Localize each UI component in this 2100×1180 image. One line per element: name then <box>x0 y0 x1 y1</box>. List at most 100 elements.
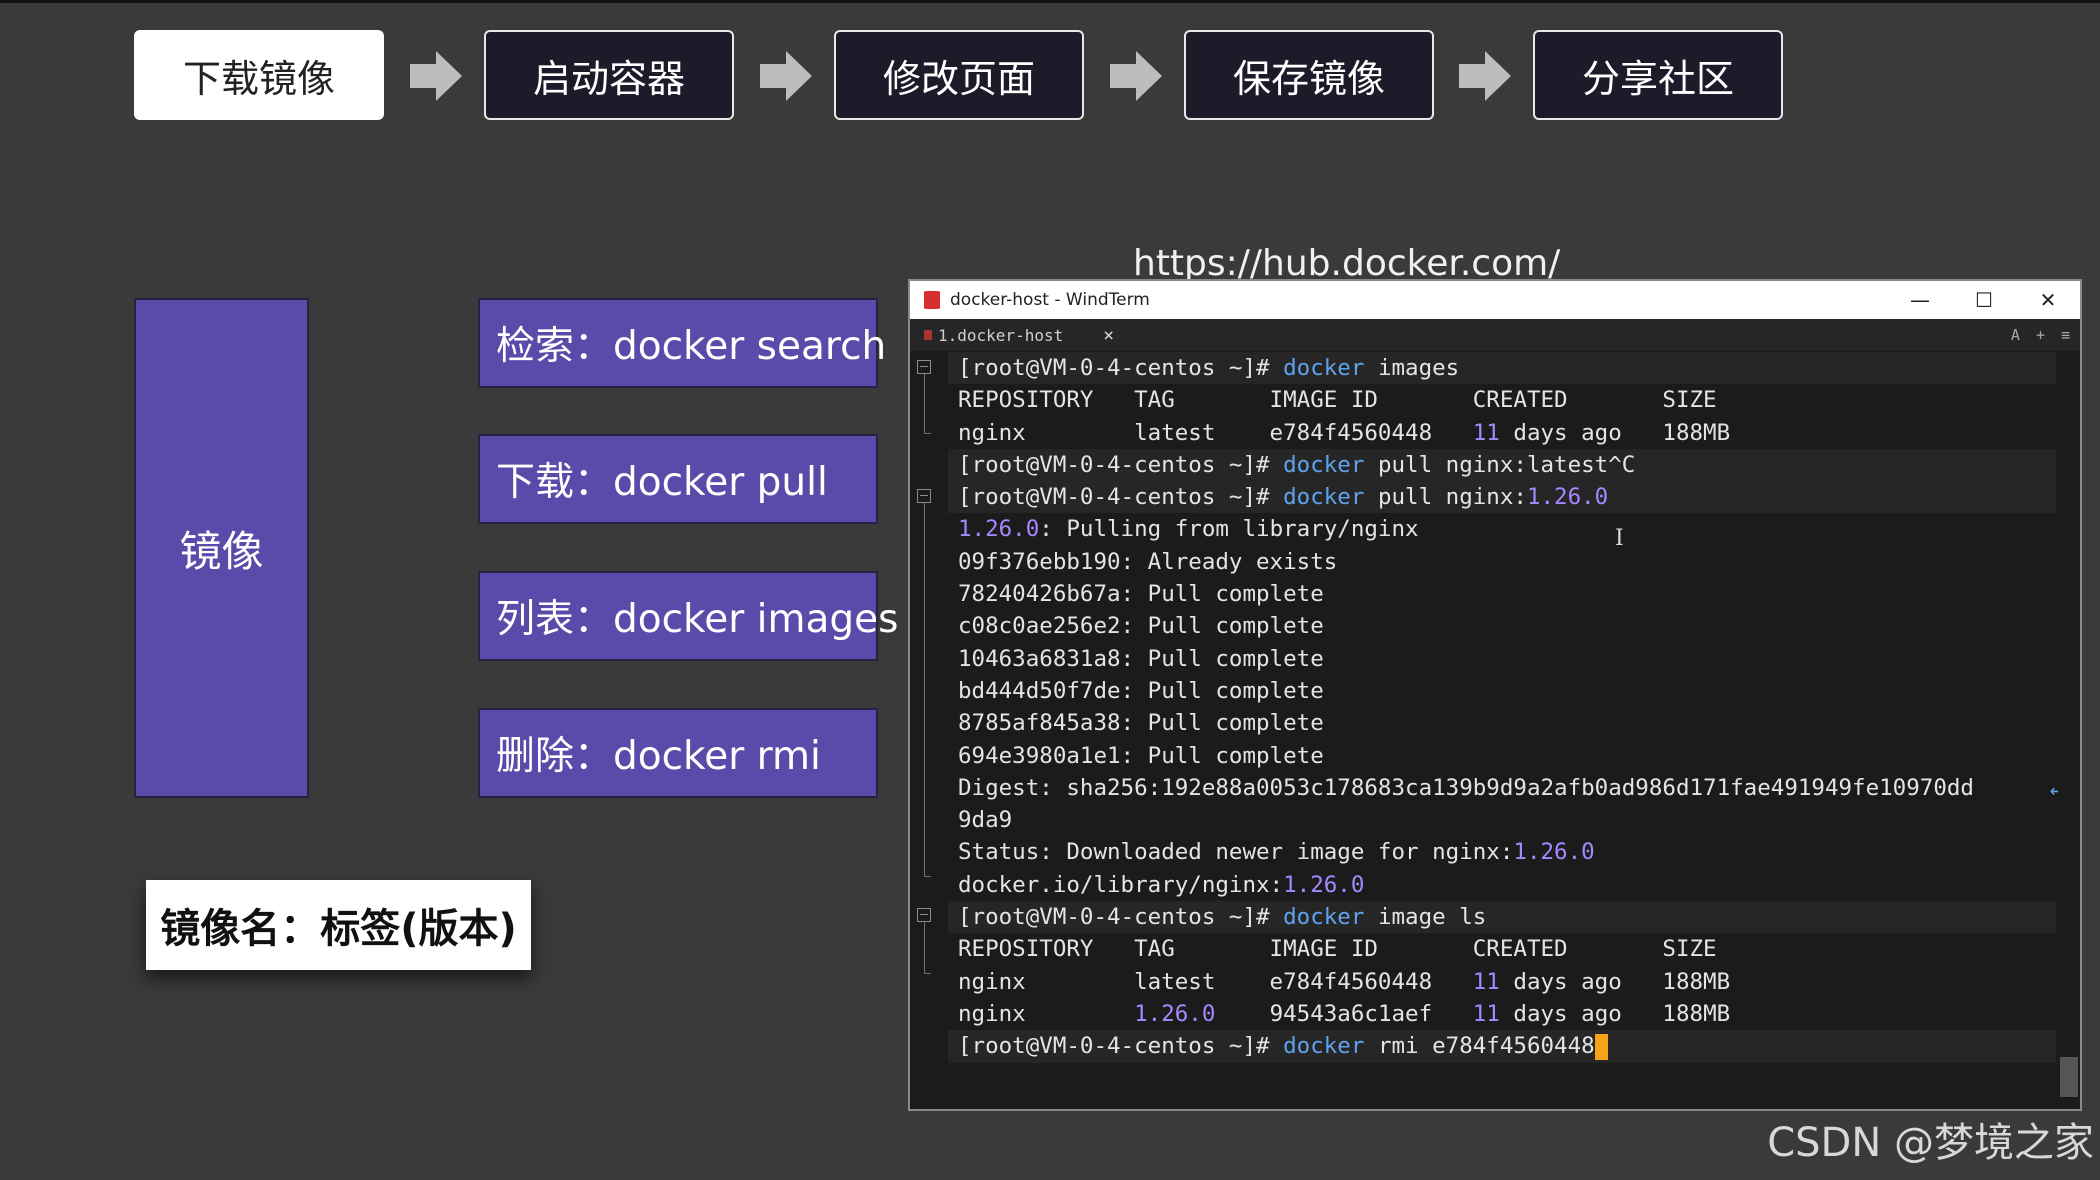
csdn-watermark: CSDN @梦境之家 <box>1767 1120 2094 1166</box>
terminal-output-line: 09f376ebb190: Already exists <box>958 546 2056 578</box>
output-text: REPOSITORY TAG IMAGE ID CREATED SIZE <box>958 936 1717 963</box>
terminal-output-line: c08c0ae256e2: Pull complete <box>958 610 2056 642</box>
terminal-output[interactable]: [root@VM-0-4-centos ~]# docker images REP… <box>910 351 2080 1109</box>
terminal-lines: [root@VM-0-4-centos ~]# docker images REP… <box>948 352 2062 1063</box>
command-args: image ls <box>1377 904 1487 931</box>
output-text: nginx latest e784f4560448 <box>958 968 1473 995</box>
command-args: images <box>1377 355 1460 381</box>
image-concept-box: 镜像 <box>134 298 309 798</box>
terminal-output-line: 10463a6831a8: Pull complete <box>958 643 2056 675</box>
terminal-output-line: Digest: sha256:192e88a0053c178683ca139b9… <box>958 772 2062 804</box>
terminal-output-line: nginx latest e784f4560448 11 days ago 18… <box>958 966 2056 998</box>
command-pull: 下载：docker pull <box>478 434 878 524</box>
output-text: : Pulling from library/nginx <box>1039 516 1419 543</box>
terminal-output-line: nginx latest e784f4560448 11 days ago 18… <box>958 417 2056 449</box>
fold-line <box>924 374 925 433</box>
output-text: docker.io/library/nginx: <box>958 871 1284 898</box>
command-name: docker <box>1283 1033 1365 1060</box>
window-title: docker-host - WindTerm <box>950 290 1150 310</box>
output-text: 09f376ebb190: Already exists <box>958 548 1338 575</box>
session-tab-icon <box>924 330 932 340</box>
output-text: 78240426b67a: Pull complete <box>958 581 1324 608</box>
output-text: 10463a6831a8: Pull complete <box>958 645 1324 672</box>
output-number: 1.26.0 <box>1283 871 1365 898</box>
image-name-format: 镜像名：标签(版本) <box>146 880 531 970</box>
step-save-image: 保存镜像 <box>1184 30 1434 120</box>
command-search: 检索：docker search <box>478 298 886 388</box>
shell-prompt: [root@VM-0-4-centos ~]# <box>958 1033 1270 1060</box>
output-text: Status: Downloaded newer image for nginx… <box>958 839 1514 866</box>
command-name: docker <box>1283 451 1365 478</box>
arrow-right-icon <box>760 51 812 101</box>
window-titlebar[interactable]: docker-host - WindTerm — ☐ ✕ <box>910 281 2080 319</box>
terminal-output-line: docker.io/library/nginx:1.26.0 <box>958 869 2056 901</box>
output-text: days ago 188MB <box>1499 419 1731 446</box>
command-name: docker <box>1283 904 1365 931</box>
step-share-community: 分享社区 <box>1533 30 1783 120</box>
fold-end <box>924 433 931 434</box>
arrow-right-icon <box>1110 51 1162 101</box>
fold-toggle-icon[interactable] <box>917 908 931 922</box>
session-tabbar: 1.docker-host × A + ≡ <box>910 319 2080 351</box>
output-text: 694e3980a1e1: Pull complete <box>958 742 1324 769</box>
terminal-scrollbar[interactable] <box>2058 351 2080 1109</box>
fold-line <box>924 503 925 876</box>
output-text: Digest: sha256:192e88a0053c178683ca139b9… <box>958 774 1974 801</box>
terminal-command-line: [root@VM-0-4-centos ~]# docker pull ngin… <box>948 481 2056 514</box>
terminal-cursor <box>1594 1033 1608 1060</box>
output-text: REPOSITORY TAG IMAGE ID CREATED SIZE <box>958 387 1717 414</box>
minimize-button[interactable]: — <box>1888 281 1952 319</box>
step-modify-page: 修改页面 <box>834 30 1084 120</box>
docker-hub-url: https://hub.docker.com/ <box>1133 243 1561 284</box>
output-text: c08c0ae256e2: Pull complete <box>958 613 1324 640</box>
version-tag: 1.26.0 <box>1526 484 1609 511</box>
output-number: 11 <box>1472 419 1500 446</box>
maximize-button[interactable]: ☐ <box>1952 281 2016 319</box>
output-number: 11 <box>1472 1000 1500 1027</box>
output-text: 8785af845a38: Pull complete <box>958 710 1324 737</box>
fold-end <box>924 876 931 877</box>
windterm-app-icon <box>924 291 940 309</box>
fold-gutter <box>910 351 950 1109</box>
arrow-right-icon <box>410 51 462 101</box>
terminal-command-line: [root@VM-0-4-centos ~]# docker pull ngin… <box>948 448 2056 482</box>
shell-prompt: [root@VM-0-4-centos ~]# <box>958 904 1270 931</box>
terminal-output-line: bd444d50f7de: Pull complete <box>958 675 2056 707</box>
command-rmi: 删除：docker rmi <box>478 708 878 798</box>
fold-toggle-icon[interactable] <box>917 360 931 374</box>
menu-icon[interactable]: ≡ <box>2061 326 2070 344</box>
command-args: pull nginx:latest^C <box>1377 451 1636 478</box>
terminal-output-line: 78240426b67a: Pull complete <box>958 578 2056 610</box>
new-tab-button[interactable]: + <box>2036 326 2045 344</box>
shell-prompt: [root@VM-0-4-centos ~]# <box>958 484 1270 511</box>
terminal-output-line: 1.26.0: Pulling from library/nginx <box>958 513 2056 545</box>
output-text: nginx latest e784f4560448 <box>958 419 1473 446</box>
output-number: 11 <box>1472 968 1500 995</box>
tab-close-icon[interactable]: × <box>1103 325 1114 346</box>
command-args: rmi e784f4560448 <box>1377 1033 1595 1060</box>
terminal-command-line: [root@VM-0-4-centos ~]# docker image ls <box>948 901 2056 934</box>
output-text: days ago 188MB <box>1499 1000 1731 1027</box>
tab-toolbar: A + ≡ <box>2011 319 2070 351</box>
output-text: days ago 188MB <box>1499 968 1731 995</box>
terminal-output-line: 9da9 <box>958 804 2056 836</box>
font-size-button[interactable]: A <box>2011 326 2020 344</box>
terminal-output-line: nginx 1.26.0 94543a6c1aef 11 days ago 18… <box>958 998 2056 1030</box>
fold-line <box>924 922 925 973</box>
output-text: nginx <box>958 1000 1135 1027</box>
text-cursor-ibeam-icon: I <box>1615 526 1624 551</box>
step-download-image: 下载镜像 <box>134 30 384 120</box>
terminal-output-line: REPOSITORY TAG IMAGE ID CREATED SIZE <box>958 384 2056 416</box>
output-number: 1.26.0 <box>1134 1000 1216 1027</box>
arrow-right-icon <box>1459 51 1511 101</box>
output-text: 9da9 <box>958 807 1013 834</box>
terminal-output-line: 8785af845a38: Pull complete <box>958 707 2056 739</box>
shell-prompt: [root@VM-0-4-centos ~]# <box>958 451 1270 478</box>
scrollbar-thumb[interactable] <box>2060 1057 2078 1097</box>
output-number: 1.26.0 <box>958 516 1040 543</box>
output-text: 94543a6c1aef <box>1215 1000 1473 1027</box>
close-button[interactable]: ✕ <box>2016 281 2080 319</box>
fold-toggle-icon[interactable] <box>917 489 931 503</box>
command-name: docker <box>1283 355 1365 381</box>
session-tab-label[interactable]: 1.docker-host <box>938 326 1063 345</box>
